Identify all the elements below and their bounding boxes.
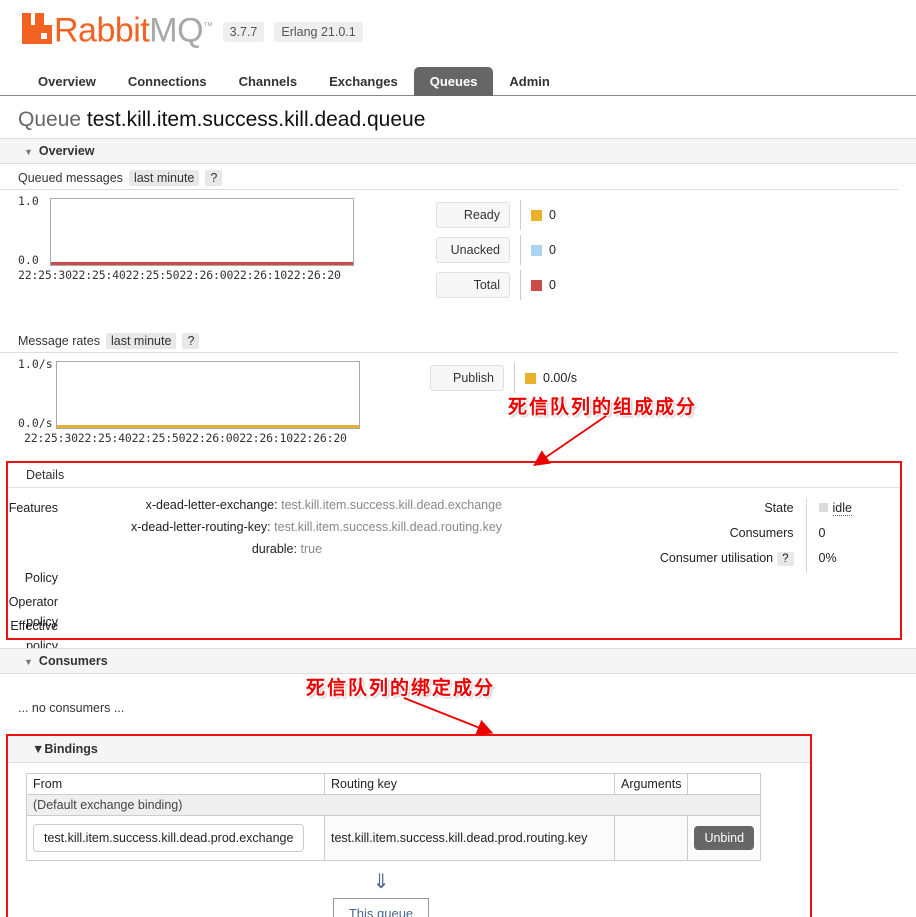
queued-messages-help-icon[interactable]: ? (205, 170, 223, 186)
section-header-consumers[interactable]: ▼ Consumers (0, 648, 916, 674)
legend-value-unacked: 0 (549, 243, 556, 257)
tab-overview[interactable]: Overview (22, 67, 112, 96)
message-rates-help-icon[interactable]: ? (182, 333, 200, 349)
legend-button-unacked[interactable]: Unacked (436, 237, 510, 263)
rabbitmq-logo[interactable]: RabbitMQ™ (22, 10, 213, 47)
message-rates-title-row: Message rates last minute ? (18, 327, 916, 352)
page-title-queue-name: test.kill.item.success.kill.dead.queue (86, 108, 426, 131)
divider (520, 235, 521, 265)
section-header-consumers-label: Consumers (38, 654, 108, 668)
app-header: RabbitMQ™ 3.7.7 Erlang 21.0.1 (0, 0, 916, 56)
legend-button-publish[interactable]: Publish (430, 365, 504, 391)
caret-down-icon: ▼ (24, 657, 33, 667)
tab-exchanges[interactable]: Exchanges (313, 67, 414, 96)
section-header-overview-label: Overview (38, 144, 95, 158)
queued-messages-plot-wrap: 1.0 0.0 22:25:3022:25:4022:25:5022:26:00… (18, 194, 378, 293)
tab-connections[interactable]: Connections (112, 67, 223, 96)
logo-text-mq: MQ (149, 11, 204, 50)
caret-down-icon: ▼ (24, 147, 33, 157)
divider (520, 200, 521, 230)
queued-messages-plot-area (50, 198, 354, 266)
version-badge: 3.7.7 (222, 22, 265, 43)
queued-messages-chart-block: Queued messages last minute ? 1.0 0.0 22… (0, 164, 916, 305)
annotation-dead-letter-binding: 死信队列的绑定成分 (306, 677, 496, 699)
message-rates-period[interactable]: last minute (105, 333, 177, 349)
legend-value-publish: 0.00/s (543, 371, 578, 385)
legend-button-total[interactable]: Total (436, 272, 510, 298)
message-rates-chart-block: Message rates last minute ? 1.0/s 0.0/s … (0, 327, 916, 456)
swatch-total-icon (531, 279, 542, 291)
legend-row-ready: Ready 0 (436, 200, 556, 230)
message-rates-publish-series-line (57, 425, 359, 428)
tab-channels[interactable]: Channels (223, 67, 314, 96)
tab-queues[interactable]: Queues (413, 67, 494, 96)
annotation-dead-letter-composition: 死信队列的组成成分 (508, 396, 698, 418)
legend-value-total: 0 (549, 278, 556, 292)
message-rates-xticks: 22:25:3022:25:4022:25:5022:26:0022:26:10… (24, 431, 347, 445)
queued-messages-ytick-max: 1.0 (18, 194, 39, 208)
details-highlight-box (6, 461, 902, 640)
divider (520, 270, 521, 300)
queued-messages-total-series-line (51, 262, 353, 265)
legend-row-total: Total 0 (436, 270, 556, 300)
page-title-label: Queue (18, 108, 82, 131)
swatch-publish-icon (525, 372, 536, 384)
divider (514, 363, 515, 393)
legend-button-ready[interactable]: Ready (436, 202, 510, 228)
queued-messages-title: Queued messages (18, 171, 123, 185)
queued-messages-title-row: Queued messages last minute ? (18, 164, 916, 189)
main-nav-tabs: Overview Connections Channels Exchanges … (0, 66, 916, 96)
rabbitmq-management-page: RabbitMQ™ 3.7.7 Erlang 21.0.1 Overview C… (0, 0, 916, 917)
message-rates-ytick-min: 0.0/s (18, 416, 53, 430)
message-rates-plot-wrap: 1.0/s 0.0/s 22:25:3022:25:4022:25:5022:2… (18, 357, 378, 456)
queued-messages-legend: Ready 0 Unacked 0 Total 0 (436, 200, 556, 305)
rabbitmq-logo-icon (22, 13, 52, 45)
trademark-icon: ™ (203, 21, 213, 32)
section-header-overview[interactable]: ▼ Overview (0, 138, 916, 164)
legend-value-ready: 0 (549, 208, 556, 222)
queued-messages-period[interactable]: last minute (128, 170, 200, 186)
message-rates-title: Message rates (18, 334, 100, 348)
logo-text-rabbit: Rabbit (54, 11, 150, 50)
legend-row-publish: Publish 0.00/s (430, 363, 577, 393)
page-title: Queue test.kill.item.success.kill.dead.q… (18, 108, 916, 132)
consumers-empty-message: ... no consumers ... (18, 701, 125, 715)
queued-messages-xticks: 22:25:3022:25:4022:25:5022:26:0022:26:10… (18, 268, 341, 282)
message-rates-ytick-max: 1.0/s (18, 357, 53, 371)
queued-messages-ytick-min: 0.0 (18, 253, 39, 267)
erlang-version-badge: Erlang 21.0.1 (274, 22, 363, 43)
swatch-ready-icon (531, 209, 542, 221)
tab-admin[interactable]: Admin (493, 67, 565, 96)
swatch-unacked-icon (531, 244, 542, 256)
message-rates-plot-area (56, 361, 360, 429)
bindings-highlight-box (6, 734, 812, 917)
legend-row-unacked: Unacked 0 (436, 235, 556, 265)
